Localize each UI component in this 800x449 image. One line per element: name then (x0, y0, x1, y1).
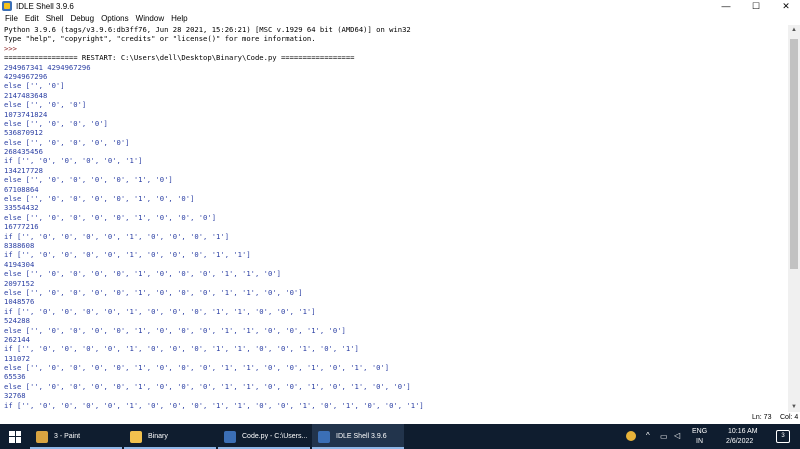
status-col: Col: 4 (780, 414, 799, 421)
shell-text-area[interactable]: Python 3.9.6 (tags/v3.9.6:db3ff76, Jun 2… (0, 25, 788, 412)
maximize-button[interactable]: ☐ (742, 0, 770, 12)
shell-line: else ['', '0', '0'] (4, 100, 87, 110)
taskbar-item-binary[interactable]: Binary (124, 424, 216, 449)
chevron-up-icon[interactable]: ^ (646, 431, 650, 440)
title-bar: IDLE Shell 3.9.6 — ☐ ✕ (0, 0, 800, 12)
close-button[interactable]: ✕ (772, 0, 800, 12)
menu-edit[interactable]: Edit (25, 14, 39, 23)
status-line: Ln: 73 (752, 414, 772, 421)
paint-icon (36, 430, 48, 443)
shell-line: 16777216 (4, 222, 39, 232)
python-file-icon (224, 430, 236, 443)
shell-line: if ['', '0', '0', '0', '0', '1', '0', '0… (4, 400, 424, 410)
clock-date[interactable]: 2/6/2022 (726, 438, 753, 445)
menu-debug[interactable]: Debug (70, 14, 94, 23)
taskbar-item-label: Code.py - C:\Users... (242, 433, 308, 440)
shell-line: 65536 (4, 372, 26, 382)
taskbar-item-code-py[interactable]: Code.py - C:\Users... (218, 424, 310, 449)
idle-icon (2, 1, 12, 11)
shell-line: if ['', '0', '0', '0', '0', '1'] (4, 156, 143, 166)
notification-count: 3 (781, 433, 785, 439)
shell-line: 2147483648 (4, 90, 48, 100)
language-indicator-eng[interactable]: ENG (692, 428, 707, 435)
vertical-scrollbar[interactable]: ▲ ▼ (788, 25, 800, 412)
menu-file[interactable]: File (5, 14, 18, 23)
taskbar-item-label: 3 - Paint (54, 433, 81, 440)
shell-line: else ['', '0', '0', '0', '0'] (4, 137, 130, 147)
shell-line: Type "help", "copyright", "credits" or "… (4, 34, 316, 44)
menu-options[interactable]: Options (101, 14, 129, 23)
speaker-icon[interactable]: ◁ (674, 431, 680, 440)
taskbar-item-idle-shell[interactable]: IDLE Shell 3.9.6 (312, 424, 404, 449)
shell-line: else ['', '0', '0', '0', '0', '1', '0', … (4, 325, 346, 335)
shell-line: 134217728 (4, 165, 43, 175)
shell-line: 2097152 (4, 278, 35, 288)
shell-line: 294967341 4294967296 (4, 62, 91, 72)
taskbar-item-label: IDLE Shell 3.9.6 (336, 433, 387, 440)
clock-time[interactable]: 10:16 AM (728, 428, 758, 435)
taskbar-item-label: Binary (148, 433, 168, 440)
menu-help[interactable]: Help (171, 14, 187, 23)
shell-line: else ['', '0', '0', '0', '0', '1', '0', … (4, 381, 411, 391)
taskbar-item-paint[interactable]: 3 - Paint (30, 424, 122, 449)
network-icon[interactable]: ▭ (660, 432, 668, 441)
minimize-button[interactable]: — (712, 0, 740, 12)
folder-icon (130, 430, 142, 443)
shell-line: else ['', '0', '0', '0'] (4, 118, 108, 128)
shell-line: 131072 (4, 353, 30, 363)
window-title: IDLE Shell 3.9.6 (16, 1, 74, 11)
shell-line: 1048576 (4, 297, 35, 307)
scroll-thumb[interactable] (790, 39, 798, 269)
shell-line: if ['', '0', '0', '0', '0', '1', '0', '0… (4, 344, 359, 354)
shell-line: else ['', '0', '0', '0', '0', '1', '0', … (4, 287, 303, 297)
shell-line: 524288 (4, 316, 30, 326)
shell-line: Python 3.9.6 (tags/v3.9.6:db3ff76, Jun 2… (4, 25, 411, 34)
shell-line: else ['', '0', '0', '0', '0', '1', '0', … (4, 363, 390, 373)
menu-shell[interactable]: Shell (46, 14, 64, 23)
scroll-up-arrow-icon[interactable]: ▲ (788, 25, 800, 35)
status-bar: Ln: 73 Col: 4 (0, 412, 800, 424)
windows-logo-icon (9, 430, 21, 443)
shell-line: 536870912 (4, 128, 43, 138)
language-indicator-in[interactable]: IN (696, 438, 703, 445)
shell-line: 262144 (4, 334, 30, 344)
shell-line: if ['', '0', '0', '0', '0', '1', '0', '0… (4, 250, 251, 260)
shell-line: 4294967296 (4, 71, 48, 81)
system-tray: ^ ▭ ◁ ENG IN 10:16 AM 2/6/2022 3 (620, 424, 800, 449)
weather-icon[interactable] (626, 431, 636, 441)
shell-line: else ['', '0', '0', '0', '0', '1', '0'] (4, 175, 173, 185)
shell-line: else ['', '0', '0', '0', '0', '1', '0', … (4, 269, 281, 279)
menu-window[interactable]: Window (136, 14, 164, 23)
idle-icon (318, 430, 330, 443)
shell-line: if ['', '0', '0', '0', '0', '1', '0', '0… (4, 306, 316, 316)
shell-line: else ['', '0', '0', '0', '0', '1', '0', … (4, 194, 195, 204)
shell-line: 4194304 (4, 259, 35, 269)
shell-line: 32768 (4, 391, 26, 401)
notifications-icon[interactable]: 3 (776, 430, 790, 443)
start-button[interactable] (0, 424, 30, 449)
shell-line: 33554432 (4, 203, 39, 213)
shell-line: ================= RESTART: C:\Users\dell… (4, 53, 355, 63)
shell-line: >>> (4, 43, 17, 53)
menu-bar: File Edit Shell Debug Options Window Hel… (0, 12, 800, 24)
shell-line: 268435456 (4, 147, 43, 157)
shell-line: 1073741824 (4, 109, 48, 119)
shell-line: 67108864 (4, 184, 39, 194)
shell-line: 8388608 (4, 240, 35, 250)
scroll-down-arrow-icon[interactable]: ▼ (788, 402, 800, 412)
shell-line: if ['', '0', '0', '0', '0', '1', '0', '0… (4, 231, 230, 241)
shell-line: else ['', '0'] (4, 81, 65, 91)
shell-line: else ['', '0', '0', '0', '0', '1', '0', … (4, 212, 217, 222)
taskbar: 3 - Paint Binary Code.py - C:\Users... I… (0, 424, 800, 449)
